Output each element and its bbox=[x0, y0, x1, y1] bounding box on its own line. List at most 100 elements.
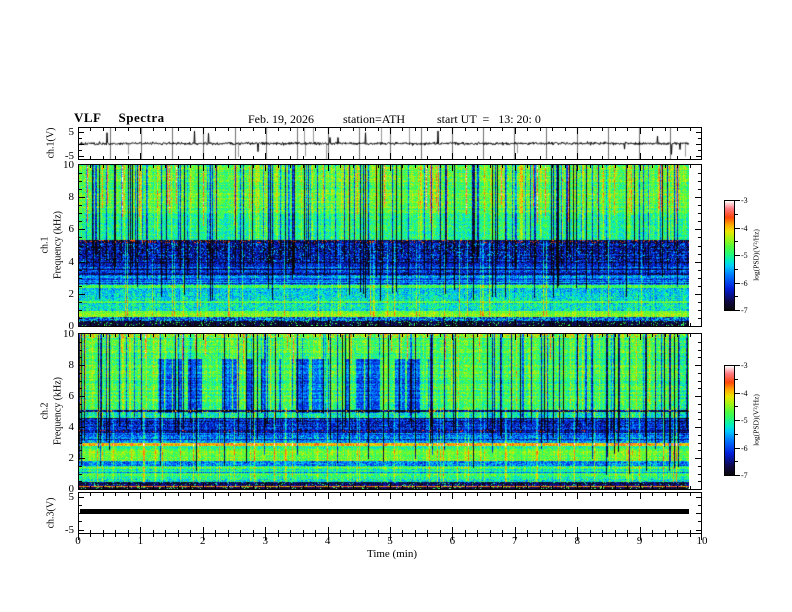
tick-mark bbox=[165, 530, 166, 533]
ch2-spectrogram-panel bbox=[78, 333, 702, 490]
tick-mark bbox=[79, 262, 85, 263]
tick-mark bbox=[290, 128, 291, 131]
tick-mark bbox=[103, 486, 104, 489]
tick-mark bbox=[427, 165, 428, 168]
tick-mark bbox=[735, 296, 738, 297]
tick-mark bbox=[698, 181, 701, 182]
tick-mark bbox=[215, 156, 216, 159]
ch2-spectrogram-canvas bbox=[79, 334, 689, 489]
time-tick-label: 5 bbox=[387, 535, 393, 547]
ch1-spectrogram-canvas bbox=[79, 165, 689, 326]
tick-mark bbox=[303, 156, 304, 159]
tick-mark bbox=[698, 189, 701, 190]
tick-mark bbox=[515, 493, 516, 499]
tick-mark bbox=[90, 486, 91, 489]
tick-mark bbox=[90, 334, 91, 337]
tick-mark bbox=[103, 530, 104, 533]
tick-mark bbox=[253, 165, 254, 168]
tick-mark bbox=[190, 486, 191, 489]
tick-mark bbox=[552, 534, 553, 537]
tick-mark bbox=[490, 323, 491, 326]
tick-mark bbox=[290, 534, 291, 537]
tick-mark bbox=[79, 156, 84, 157]
tick-mark bbox=[652, 156, 653, 159]
tick-mark bbox=[615, 323, 616, 326]
tick-mark bbox=[502, 323, 503, 326]
tick-mark bbox=[215, 165, 216, 168]
tick-mark bbox=[378, 165, 379, 168]
tick-mark bbox=[340, 128, 341, 131]
tick-mark bbox=[140, 493, 141, 499]
tick-mark bbox=[590, 156, 591, 159]
tick-mark bbox=[577, 527, 578, 533]
tick-mark bbox=[415, 486, 416, 489]
time-tick-label: 1 bbox=[137, 535, 144, 547]
tick-mark bbox=[365, 486, 366, 489]
tick-mark bbox=[253, 128, 254, 131]
tick-mark bbox=[415, 323, 416, 326]
tick-mark bbox=[540, 493, 541, 496]
tick-mark bbox=[79, 450, 82, 451]
tick-mark bbox=[698, 481, 701, 482]
tick-mark bbox=[590, 128, 591, 131]
tick-mark bbox=[328, 527, 329, 533]
tick-mark bbox=[340, 530, 341, 533]
tick-mark bbox=[153, 323, 154, 326]
tick-mark bbox=[178, 493, 179, 496]
tick-mark bbox=[115, 165, 116, 168]
tick-mark bbox=[240, 165, 241, 168]
tick-mark bbox=[190, 334, 191, 337]
tick-mark bbox=[365, 156, 366, 159]
tick-mark bbox=[328, 320, 329, 326]
tick-mark bbox=[228, 128, 229, 131]
tick-mark bbox=[452, 334, 453, 340]
tick-mark bbox=[328, 483, 329, 489]
tick-mark bbox=[79, 381, 82, 382]
tick-mark bbox=[353, 334, 354, 337]
tick-mark bbox=[390, 153, 391, 159]
colorbar-ch1 bbox=[724, 200, 735, 311]
tick-mark bbox=[698, 221, 701, 222]
tick-mark bbox=[695, 197, 701, 198]
tick-mark bbox=[477, 530, 478, 533]
tick-mark bbox=[698, 213, 701, 214]
tick-mark bbox=[340, 486, 341, 489]
tick-mark bbox=[315, 165, 316, 168]
tick-mark bbox=[79, 138, 82, 139]
tick-mark bbox=[79, 481, 82, 482]
tick-mark bbox=[228, 334, 229, 337]
tick-mark bbox=[477, 334, 478, 337]
tick-mark bbox=[140, 334, 141, 340]
tick-mark bbox=[128, 323, 129, 326]
tick-mark bbox=[290, 165, 291, 168]
tick-mark bbox=[240, 486, 241, 489]
tick-mark bbox=[565, 493, 566, 496]
tick-mark bbox=[565, 323, 566, 326]
tick-mark bbox=[79, 278, 82, 279]
tick-mark bbox=[79, 373, 82, 374]
tick-mark bbox=[677, 334, 678, 337]
tick-mark bbox=[515, 128, 516, 134]
tick-mark bbox=[590, 334, 591, 337]
ch2-frequency-axis-label: Frequency (kHz) bbox=[52, 376, 64, 446]
tick-mark bbox=[265, 128, 266, 134]
tick-mark bbox=[690, 334, 691, 337]
tick-mark bbox=[328, 165, 329, 171]
tick-mark bbox=[652, 486, 653, 489]
tick-mark bbox=[415, 493, 416, 496]
tick-mark bbox=[153, 165, 154, 168]
tick-mark bbox=[228, 493, 229, 496]
tick-mark bbox=[695, 396, 701, 397]
tick-mark bbox=[79, 427, 85, 428]
tick-mark bbox=[652, 165, 653, 168]
tick-mark bbox=[265, 320, 266, 326]
tick-mark bbox=[140, 128, 141, 134]
tick-mark bbox=[665, 156, 666, 159]
tick-mark bbox=[427, 128, 428, 131]
colorbar-ch2-tick-label: -5 bbox=[741, 416, 748, 425]
tick-mark bbox=[690, 128, 691, 131]
tick-mark bbox=[165, 493, 166, 496]
ch1-channel-label: ch.1 bbox=[39, 236, 51, 254]
tick-mark bbox=[565, 334, 566, 337]
tick-mark bbox=[79, 497, 84, 498]
